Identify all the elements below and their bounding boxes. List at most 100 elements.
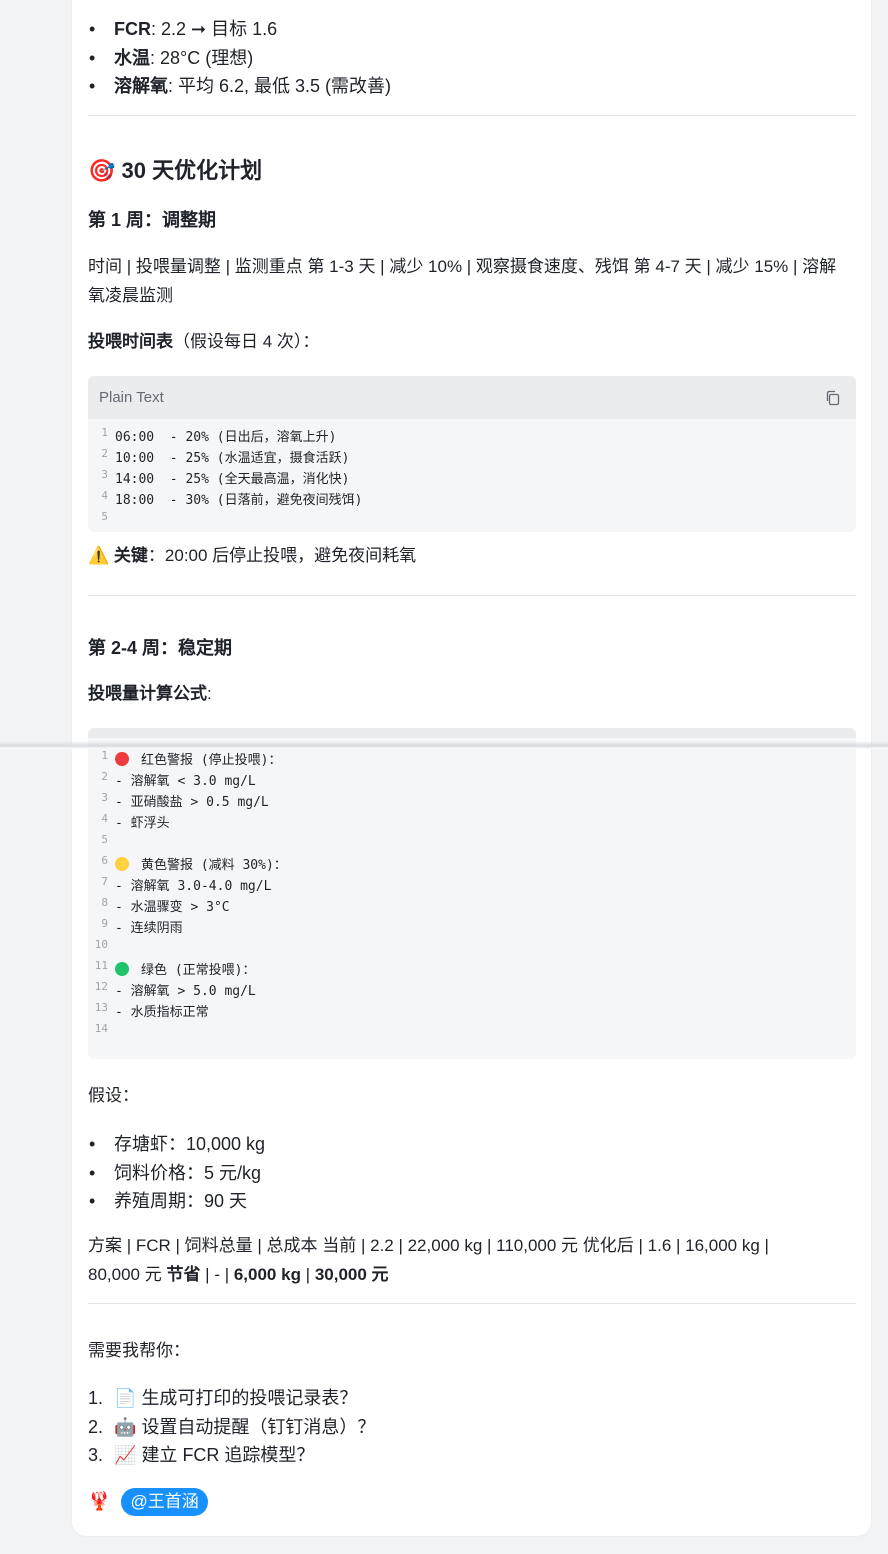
- line-number: 14: [94, 1022, 108, 1035]
- warning-row: ⚠️ 关键：20:00 后停止投喂，避免夜间耗氧: [88, 541, 416, 570]
- code-block-header: [88, 728, 856, 738]
- chart-icon: 📈: [114, 1445, 137, 1465]
- list-item: 水温: 28°C (理想): [88, 44, 848, 73]
- lobster-icon: 🦞: [88, 1491, 111, 1511]
- code-text: 10:00 - 25% (水温适宜，摄食活跃): [115, 451, 350, 466]
- formula-colon: :: [207, 684, 212, 703]
- code-text: - 水质指标正常: [115, 1005, 209, 1020]
- line-number: 6: [101, 854, 108, 867]
- line-number: 3: [101, 791, 108, 804]
- week1-heading: 第 1 周：调整期: [88, 210, 217, 230]
- help-option-auto-reminder[interactable]: 2. 🤖 设置自动提醒（钉钉消息）？: [88, 1413, 848, 1442]
- assumption-list: 存塘虾：10,000 kg 饲料价格：5 元/kg 养殖周期：90 天: [88, 1130, 848, 1216]
- dissolved-oxygen-label: 溶解氧: [114, 76, 168, 96]
- warning-label: 关键: [113, 546, 148, 565]
- copy-icon[interactable]: [825, 390, 841, 406]
- code-block-schedule: Plain Text 1 06:00 - 20% (日出后，溶氧上升) 2 10:00…: [88, 376, 856, 532]
- message-card: FCR: 2.2 ➞ 目标 1.6 水温: 28°C (理想) 溶解氧: 平均 …: [72, 0, 871, 1536]
- user-mention[interactable]: @王首涵: [121, 1488, 208, 1516]
- divider: [88, 1303, 856, 1304]
- assumption-title: 假设：: [88, 1086, 139, 1105]
- formula-label-row: 投喂量计算公式:: [88, 679, 212, 708]
- line-number: 7: [101, 875, 108, 888]
- divider: [88, 115, 856, 116]
- code-line: 2 10:00 - 25% (水温适宜，摄食活跃): [88, 447, 856, 469]
- list-number: 1.: [88, 1388, 104, 1408]
- code-line: 5: [88, 833, 856, 855]
- divider: [88, 595, 856, 596]
- line-number: 10: [94, 938, 108, 951]
- help-option-label: 设置自动提醒（钉钉消息）？: [141, 1416, 376, 1437]
- help-option-label: 建立 FCR 追踪模型？: [141, 1445, 315, 1465]
- week1-table-text: 时间 | 投喂量调整 | 监测重点 第 1-3 天 | 减少 10% | 观察摄…: [88, 257, 837, 305]
- line-number: 11: [94, 959, 108, 972]
- target-icon: 🎯: [88, 158, 116, 183]
- saving-kg: 6,000 kg: [233, 1265, 301, 1284]
- code-text: 绿色 (正常投喂)：: [115, 960, 255, 981]
- schedule-note: （假设每日 4 次）：: [173, 332, 320, 351]
- line-number: 1: [101, 426, 108, 439]
- code-line: 1 红色警报 (停止投喂)：: [88, 749, 856, 771]
- saving-label: 节省: [166, 1265, 201, 1284]
- code-body: 1 红色警报 (停止投喂)： 2 - 溶解氧 < 3.0 mg/L 3 - 亚硝酸盐 > …: [88, 738, 856, 1044]
- metrics-list: FCR: 2.2 ➞ 目标 1.6 水温: 28°C (理想) 溶解氧: 平均 …: [88, 15, 848, 101]
- code-text: 06:00 - 20% (日出后，溶氧上升): [115, 430, 337, 445]
- line-number: 5: [101, 833, 108, 846]
- code-body: 1 06:00 - 20% (日出后，溶氧上升) 2 10:00 - 25% (水温适…: [88, 419, 856, 532]
- line-number: 13: [94, 1001, 108, 1014]
- code-line: 12 - 溶解氧 > 5.0 mg/L: [88, 980, 856, 1002]
- code-text: - 虾浮头: [115, 816, 170, 831]
- line-number: 5: [101, 510, 108, 523]
- code-block-header: Plain Text: [88, 376, 856, 419]
- comparison-separator: | - |: [200, 1265, 234, 1284]
- screenshot-seam: [0, 741, 888, 749]
- help-title: 需要我帮你：: [88, 1341, 190, 1360]
- plan-title: 30 天优化计划: [121, 158, 263, 183]
- code-text: - 水温骤变 > 3°C: [115, 900, 230, 915]
- formula-label: 投喂量计算公式: [88, 684, 207, 703]
- line-number: 9: [101, 917, 108, 930]
- line-number: 12: [94, 980, 108, 993]
- help-options-list: 1. 📄 生成可打印的投喂记录表？ 2. 🤖 设置自动提醒（钉钉消息）？ 3. 📈 建…: [88, 1384, 848, 1470]
- code-line: 3 14:00 - 25% (全天最高温，消化快): [88, 468, 856, 490]
- saving-money: 30,000 元: [314, 1265, 389, 1284]
- schedule-label: 投喂时间表: [88, 332, 173, 351]
- code-text: - 溶解氧 3.0-4.0 mg/L: [115, 879, 272, 894]
- code-line: 3 - 亚硝酸盐 > 0.5 mg/L: [88, 791, 856, 813]
- list-number: 2.: [88, 1416, 104, 1437]
- status-dot-icon: [115, 857, 129, 871]
- code-line: 8 - 水温骤变 > 3°C: [88, 896, 856, 918]
- code-language-label: Plain Text: [99, 389, 164, 406]
- document-icon: 📄: [114, 1388, 137, 1408]
- warning-text: ：20:00 后停止投喂，避免夜间耗氧: [147, 546, 417, 565]
- plan-heading: 🎯 30 天优化计划: [88, 153, 262, 185]
- help-option-fcr-model[interactable]: 3. 📈 建立 FCR 追踪模型？: [88, 1441, 848, 1470]
- line-number: 2: [101, 770, 108, 783]
- code-text: - 亚硝酸盐 > 0.5 mg/L: [115, 795, 269, 810]
- fcr-value: : 2.2 ➞ 目标 1.6: [151, 19, 278, 39]
- code-line: 6 黄色警报 (减料 30%)：: [88, 854, 856, 876]
- code-line: 4 - 虾浮头: [88, 812, 856, 834]
- warning-icon: ⚠️: [88, 546, 110, 565]
- comparison-separator: |: [300, 1265, 315, 1284]
- code-line: 2 - 溶解氧 < 3.0 mg/L: [88, 770, 856, 792]
- list-number: 3.: [88, 1445, 104, 1465]
- code-line: 9 - 连续阴雨: [88, 917, 856, 939]
- code-block-alerts: 1 红色警报 (停止投喂)： 2 - 溶解氧 < 3.0 mg/L 3 - 亚硝酸盐 > …: [88, 728, 856, 1059]
- water-temp-label: 水温: [114, 47, 150, 68]
- week2-heading: 第 2-4 周：稳定期: [88, 638, 233, 658]
- code-text: 红色警报 (停止投喂)：: [115, 750, 281, 771]
- code-line: 14: [88, 1022, 856, 1044]
- water-temp-value: : 28°C (理想): [150, 47, 254, 68]
- status-dot-icon: [115, 962, 129, 976]
- list-item: FCR: 2.2 ➞ 目标 1.6: [88, 15, 848, 44]
- code-text: - 溶解氧 < 3.0 mg/L: [115, 774, 256, 789]
- line-number: 4: [101, 812, 108, 825]
- robot-icon: 🤖: [114, 1416, 137, 1437]
- help-option-print-record[interactable]: 1. 📄 生成可打印的投喂记录表？: [88, 1384, 848, 1413]
- list-item: 存塘虾：10,000 kg: [88, 1130, 848, 1159]
- schedule-label-row: 投喂时间表（假设每日 4 次）：: [88, 327, 319, 356]
- code-line: 4 18:00 - 30% (日落前，避免夜间残饵): [88, 489, 856, 511]
- fcr-label: FCR: [114, 19, 151, 39]
- code-text: - 连续阴雨: [115, 921, 183, 936]
